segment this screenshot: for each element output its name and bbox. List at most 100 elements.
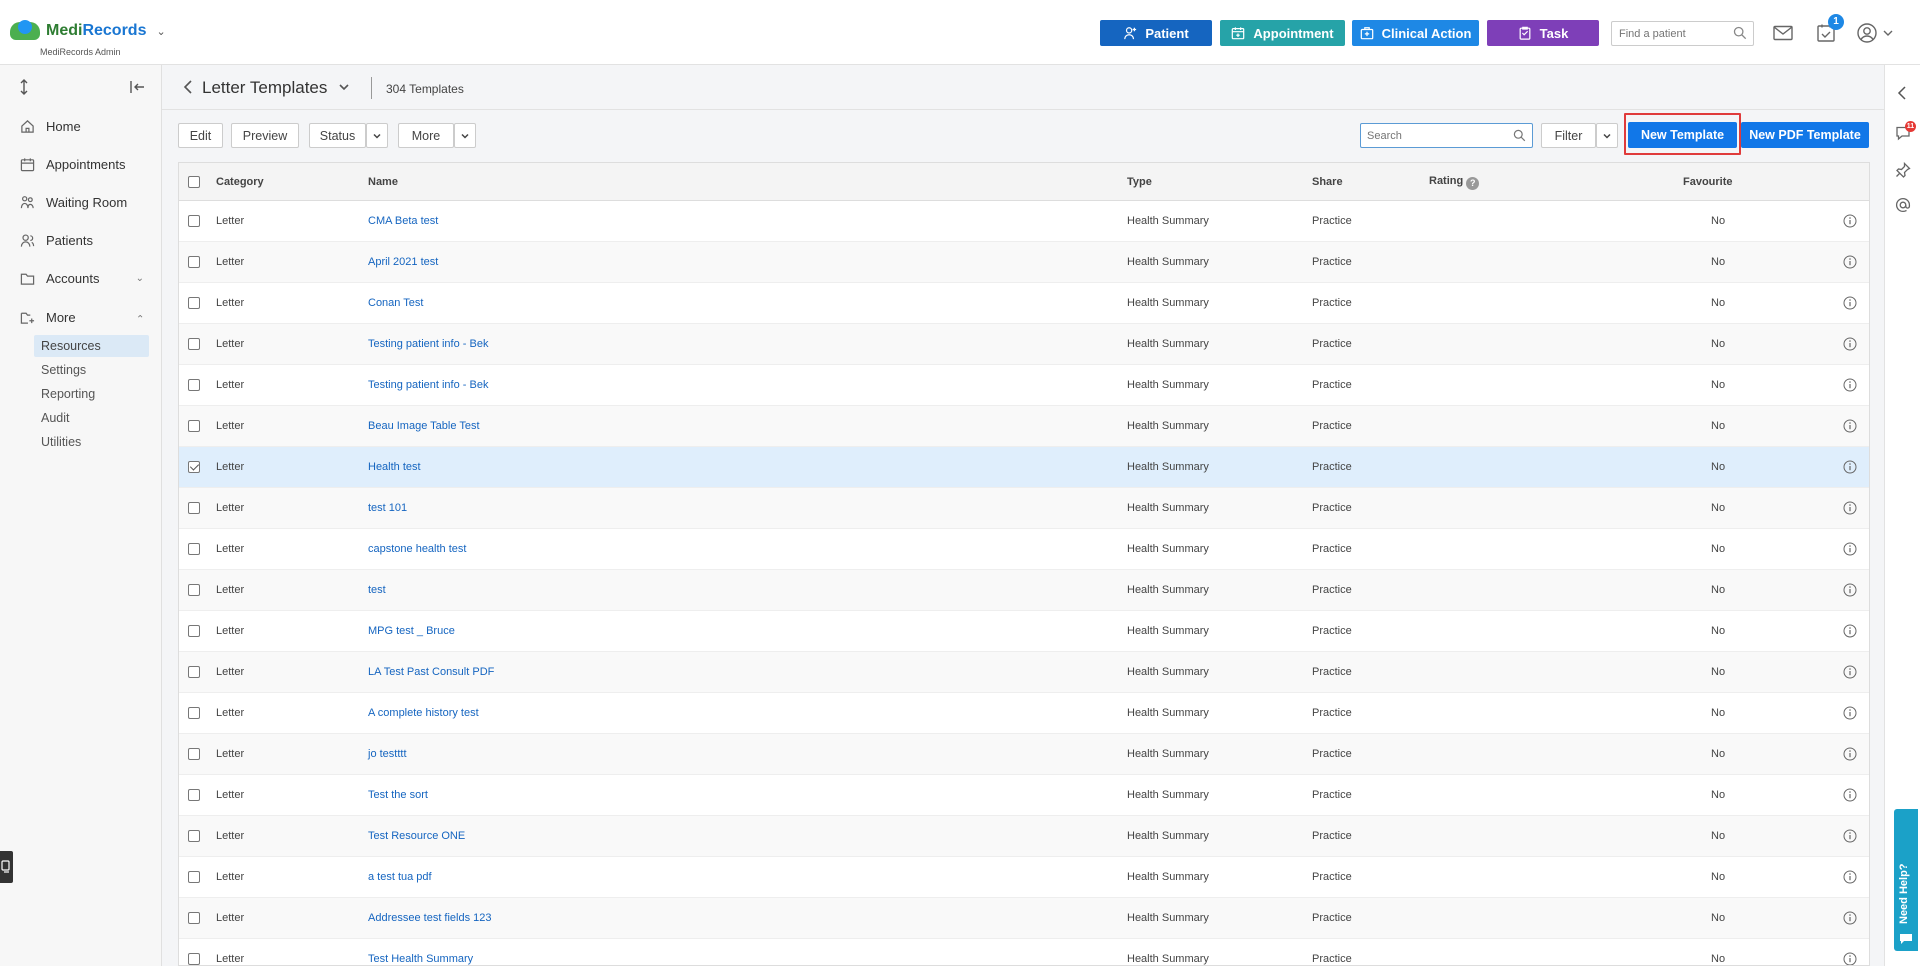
chevron-down-icon[interactable]: ⌄ — [136, 273, 144, 284]
filter-dropdown-button[interactable] — [1596, 123, 1618, 148]
row-checkbox[interactable] — [188, 953, 200, 965]
table-row[interactable]: Letter A complete history test Health Summ… — [179, 693, 1869, 734]
sidebar-item-waiting-room[interactable]: Waiting Room — [0, 187, 162, 217]
table-row[interactable]: Letter LA Test Past Consult PDF Health Sum… — [179, 652, 1869, 693]
row-name-link[interactable]: jo testttt — [368, 748, 407, 760]
info-icon[interactable] — [1843, 542, 1857, 556]
info-icon[interactable] — [1843, 296, 1857, 310]
row-name-link[interactable]: CMA Beta test — [368, 215, 438, 227]
table-row[interactable]: Letter Addressee test fields 123 Health Su… — [179, 898, 1869, 939]
row-checkbox[interactable] — [188, 256, 200, 268]
new-task-button[interactable]: Task — [1487, 20, 1599, 46]
row-checkbox[interactable] — [188, 338, 200, 350]
header-share[interactable]: Share — [1312, 176, 1343, 188]
table-row[interactable]: Letter Testing patient info - Bek Health S… — [179, 324, 1869, 365]
row-name-link[interactable]: A complete history test — [368, 707, 479, 719]
row-name-link[interactable]: capstone health test — [368, 543, 466, 555]
feedback-side-tab[interactable] — [0, 851, 13, 883]
row-checkbox[interactable] — [188, 461, 200, 473]
info-icon[interactable] — [1843, 706, 1857, 720]
info-icon[interactable] — [1843, 747, 1857, 761]
chevron-down-icon[interactable]: ⌄ — [156, 25, 165, 38]
row-name-link[interactable]: Addressee test fields 123 — [368, 912, 492, 924]
row-checkbox[interactable] — [188, 912, 200, 924]
header-category[interactable]: Category — [216, 176, 264, 188]
table-row[interactable]: Letter capstone health test Health Summary… — [179, 529, 1869, 570]
row-name-link[interactable]: test — [368, 584, 386, 596]
status-button[interactable]: Status — [309, 123, 366, 148]
collapse-panel-chevron-icon[interactable] — [1895, 85, 1911, 101]
filter-button[interactable]: Filter — [1541, 123, 1596, 148]
table-row[interactable]: Letter Test Resource ONE Health Summary Pra… — [179, 816, 1869, 857]
table-row[interactable]: Letter Testing patient info - Bek Health S… — [179, 365, 1869, 406]
info-icon[interactable] — [1843, 583, 1857, 597]
back-chevron-icon[interactable] — [182, 79, 194, 95]
row-name-link[interactable]: Health test — [368, 461, 421, 473]
info-icon[interactable] — [1843, 624, 1857, 638]
more-button[interactable]: More — [398, 123, 454, 148]
sidebar-subitem-reporting[interactable]: Reporting — [34, 383, 149, 405]
sidebar-item-patients[interactable]: Patients — [0, 225, 162, 255]
info-icon[interactable] — [1843, 911, 1857, 925]
sidebar-item-home[interactable]: Home — [0, 111, 162, 141]
info-icon[interactable] — [1843, 460, 1857, 474]
table-row[interactable]: Letter test 101 Health Summary Practice No — [179, 488, 1869, 529]
table-row[interactable]: Letter Test Health Summary Health Summary P… — [179, 939, 1869, 966]
row-checkbox[interactable] — [188, 666, 200, 678]
table-row[interactable]: Letter Health test Health Summary Practice N… — [179, 447, 1869, 488]
header-type[interactable]: Type — [1127, 176, 1152, 188]
row-checkbox[interactable] — [188, 543, 200, 555]
table-row[interactable]: Letter Test the sort Health Summary Practic… — [179, 775, 1869, 816]
table-row[interactable]: Letter test Health Summary Practice No — [179, 570, 1869, 611]
info-icon[interactable] — [1843, 214, 1857, 228]
table-row[interactable]: Letter April 2021 test Health Summary Pract… — [179, 242, 1869, 283]
info-icon[interactable] — [1843, 829, 1857, 843]
info-icon[interactable] — [1843, 255, 1857, 269]
expand-vertical-icon[interactable] — [18, 79, 30, 95]
row-checkbox[interactable] — [188, 420, 200, 432]
header-rating[interactable]: Rating? — [1429, 175, 1480, 190]
row-name-link[interactable]: Beau Image Table Test — [368, 420, 480, 432]
header-name[interactable]: Name — [368, 176, 398, 188]
sidebar-subitem-resources[interactable]: Resources — [34, 335, 149, 357]
chevron-down-icon[interactable] — [1882, 22, 1894, 44]
more-dropdown-button[interactable] — [454, 123, 476, 148]
row-checkbox[interactable] — [188, 625, 200, 637]
search-icon[interactable] — [1513, 129, 1526, 142]
chevron-down-icon[interactable] — [338, 81, 350, 93]
row-checkbox[interactable] — [188, 584, 200, 596]
preview-button[interactable]: Preview — [231, 123, 299, 148]
pin-icon[interactable] — [1895, 162, 1911, 178]
need-help-tab[interactable]: Need Help? — [1894, 809, 1918, 951]
find-patient-field[interactable] — [1611, 21, 1754, 46]
sidebar-item-appointments[interactable]: Appointments — [0, 149, 162, 179]
row-name-link[interactable]: LA Test Past Consult PDF — [368, 666, 494, 678]
info-icon[interactable] — [1843, 788, 1857, 802]
user-avatar-icon[interactable] — [1856, 22, 1878, 44]
row-checkbox[interactable] — [188, 830, 200, 842]
app-logo[interactable]: MediRecords ⌄ — [10, 20, 166, 42]
row-name-link[interactable]: MPG test _ Bruce — [368, 625, 455, 637]
table-row[interactable]: Letter Beau Image Table Test Health Summar… — [179, 406, 1869, 447]
header-favourite[interactable]: Favourite — [1683, 176, 1733, 188]
row-name-link[interactable]: Test Health Summary — [368, 953, 473, 965]
info-icon[interactable] — [1843, 952, 1857, 966]
search-icon[interactable] — [1733, 26, 1747, 40]
sidebar-subitem-utilities[interactable]: Utilities — [34, 431, 149, 453]
info-icon[interactable] — [1843, 419, 1857, 433]
row-name-link[interactable]: Conan Test — [368, 297, 423, 309]
new-appointment-button[interactable]: Appointment — [1220, 20, 1345, 46]
help-icon[interactable]: ? — [1466, 177, 1480, 190]
table-row[interactable]: Letter jo testttt Health Summary Practice No — [179, 734, 1869, 775]
row-checkbox[interactable] — [188, 379, 200, 391]
row-checkbox[interactable] — [188, 502, 200, 514]
info-icon[interactable] — [1843, 378, 1857, 392]
chevron-up-icon[interactable]: ⌄ — [136, 312, 144, 323]
info-icon[interactable] — [1843, 337, 1857, 351]
collapse-sidebar-icon[interactable] — [130, 80, 145, 94]
at-mention-icon[interactable] — [1895, 197, 1911, 213]
row-checkbox[interactable] — [188, 871, 200, 883]
info-icon[interactable] — [1843, 665, 1857, 679]
new-patient-button[interactable]: Patient — [1100, 20, 1212, 46]
row-checkbox[interactable] — [188, 297, 200, 309]
